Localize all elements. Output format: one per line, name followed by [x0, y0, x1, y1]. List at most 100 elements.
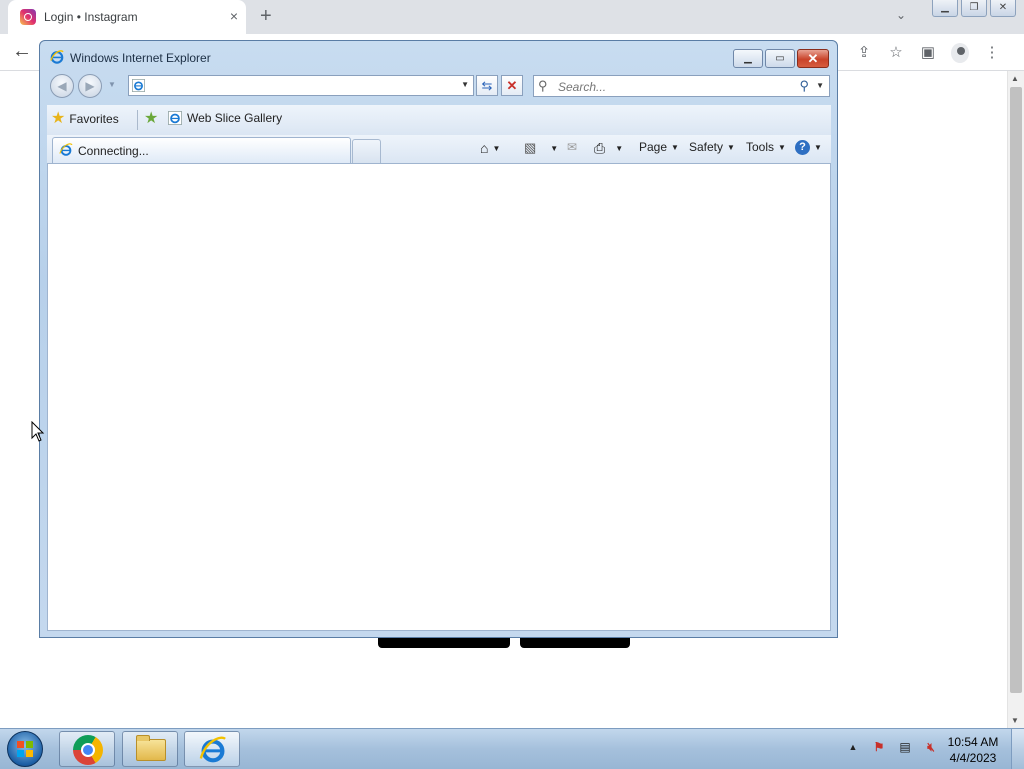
toolbar-icons: ⇪ ☆ ▣ ⋮ — [855, 43, 1001, 63]
chevron-down-icon: ▼ — [814, 143, 822, 152]
new-tab-button[interactable]: + — [260, 5, 272, 27]
show-hidden-icons-icon[interactable]: ▲ — [845, 739, 861, 755]
add-to-favorites-icon[interactable]: ★ — [144, 111, 158, 127]
scroll-up-icon[interactable]: ▲ — [1011, 74, 1019, 83]
clock-date: 4/4/2023 — [949, 751, 997, 765]
close-button[interactable]: ✕ — [990, 0, 1016, 17]
search-box[interactable]: ⚲ ⚲ ▼ — [533, 75, 830, 97]
favorites-star-icon: ★ — [51, 110, 66, 127]
search-provider-icon: ⚲ — [538, 78, 548, 93]
page-menu-label: Page — [639, 140, 668, 154]
minimize-button[interactable]: ▁ — [932, 0, 958, 17]
taskbar-explorer[interactable] — [122, 731, 178, 767]
chrome-window-controls: ▁ ❐ ✕ — [929, 0, 1016, 18]
safety-menu-label: Safety — [689, 140, 724, 154]
mail-icon: ✉ — [567, 140, 578, 154]
chevron-down-icon: ▼ — [778, 142, 786, 152]
chrome-tab-instagram[interactable]: Login • Instagram × — [8, 0, 246, 34]
tab-label: Connecting... — [78, 144, 149, 158]
chevron-down-icon: ▼ — [727, 142, 735, 152]
tab-title: Login • Instagram — [44, 10, 138, 24]
feeds-dropdown-icon[interactable]: ▼ — [550, 144, 558, 153]
scroll-down-icon[interactable]: ▼ — [1011, 716, 1019, 725]
ie-logo-icon — [50, 50, 64, 64]
clock-time: 10:54 AM — [947, 735, 999, 749]
chrome-tabstrip: Login • Instagram × + ⌄ ▁ ❐ ✕ — [0, 0, 1024, 34]
forward-button[interactable]: ▶ — [78, 74, 102, 98]
page-scrollbar[interactable]: ▲ ▼ — [1007, 71, 1024, 728]
refresh-button[interactable]: ⇆ — [476, 75, 498, 96]
chrome-icon — [73, 735, 103, 765]
instagram-icon — [20, 9, 36, 25]
help-menu[interactable]: ? ▼ — [795, 140, 822, 155]
feeds-button[interactable]: ▧ ▼ — [524, 140, 558, 156]
web-slice-gallery-link[interactable]: Web Slice Gallery — [168, 111, 282, 125]
taskbar-chrome[interactable] — [59, 731, 115, 767]
chevron-down-icon: ▼ — [671, 142, 679, 152]
ie-close-button[interactable]: ✕ — [797, 49, 829, 68]
back-button[interactable]: ◀ — [50, 74, 74, 98]
print-button[interactable]: ⎙ ▼ — [594, 140, 623, 157]
tab-search-icon[interactable]: ⌄ — [896, 8, 906, 22]
folder-icon — [136, 735, 166, 761]
search-input[interactable] — [556, 78, 790, 96]
search-icon[interactable]: ⚲ — [799, 78, 809, 94]
favorites-bar: ★ Favorites ★ Web Slice Gallery — [47, 105, 831, 135]
help-icon: ? — [795, 140, 810, 155]
ie-window-controls: ▁ ▭ ✕ — [731, 49, 829, 68]
print-dropdown-icon[interactable]: ▼ — [615, 144, 623, 153]
address-dropdown-icon[interactable]: ▼ — [461, 80, 469, 89]
menu-icon[interactable]: ⋮ — [983, 43, 1001, 63]
home-icon: ⌂ — [480, 140, 489, 156]
taskbar-internet-explorer[interactable] — [184, 731, 240, 767]
star-icon[interactable]: ☆ — [887, 43, 905, 63]
ie-navigation-bar: ◀ ▶ ▼ ▼ ⇆ ✕ ⚲ ⚲ ▼ — [40, 72, 837, 102]
system-tray: ▲ ⚑ ▤ 🔇︎ — [845, 739, 939, 755]
address-bar[interactable]: ▼ — [128, 75, 474, 96]
scroll-thumb[interactable] — [1010, 87, 1022, 693]
show-desktop-button[interactable] — [1011, 729, 1024, 769]
ie-minimize-button[interactable]: ▁ — [733, 49, 763, 68]
share-icon[interactable]: ⇪ — [855, 43, 873, 63]
volume-muted-icon[interactable]: 🔇︎ — [923, 739, 939, 755]
home-button[interactable]: ⌂ ▼ — [480, 140, 500, 156]
window-title: Windows Internet Explorer — [70, 51, 211, 65]
side-panel-icon[interactable]: ▣ — [919, 43, 937, 63]
start-button[interactable] — [7, 731, 43, 767]
read-mail-button[interactable]: ✉ — [567, 140, 577, 154]
address-input[interactable] — [149, 77, 453, 96]
favorites-separator — [137, 110, 138, 130]
ie-window: Windows Internet Explorer ▁ ▭ ✕ ◀ ▶ ▼ ▼ … — [39, 40, 838, 638]
ie-tab-active[interactable]: Connecting... — [52, 137, 351, 163]
ie-page-icon — [168, 111, 182, 125]
tools-menu[interactable]: Tools ▼ — [746, 140, 786, 154]
mouse-cursor-icon — [31, 421, 45, 442]
back-arrow-icon[interactable]: ← — [12, 40, 32, 63]
taskbar: ▲ ⚑ ▤ 🔇︎ 10:54 AM 4/4/2023 — [0, 728, 1024, 769]
ie-content-area[interactable] — [47, 163, 831, 631]
web-slice-gallery-label: Web Slice Gallery — [187, 111, 283, 125]
ie-titlebar[interactable]: Windows Internet Explorer ▁ ▭ ✕ — [40, 41, 837, 71]
close-tab-icon[interactable]: × — [230, 8, 238, 24]
home-dropdown-icon[interactable]: ▼ — [492, 144, 500, 153]
profile-icon[interactable] — [951, 43, 969, 63]
restore-button[interactable]: ❐ — [961, 0, 987, 17]
ie-maximize-button[interactable]: ▭ — [765, 49, 795, 68]
page-menu[interactable]: Page ▼ — [639, 140, 679, 154]
network-icon[interactable]: ▤ — [897, 739, 913, 755]
favorites-label: Favorites — [69, 112, 119, 126]
safety-menu[interactable]: Safety ▼ — [689, 140, 735, 154]
new-tab-button[interactable] — [352, 139, 381, 163]
printer-icon: ⎙ — [594, 140, 606, 156]
command-bar: Connecting... ⌂ ▼ ▧ ▼ ✉ ⎙ ▼ Page ▼ Safety ▼ T… — [47, 135, 831, 163]
stop-button[interactable]: ✕ — [501, 75, 523, 96]
rss-feed-icon: ▧ — [524, 140, 537, 155]
taskbar-clock[interactable]: 10:54 AM 4/4/2023 — [940, 734, 1006, 766]
tools-menu-label: Tools — [746, 140, 775, 154]
search-options-dropdown-icon[interactable]: ▼ — [816, 81, 824, 90]
favorites-button[interactable]: ★ Favorites — [51, 111, 119, 127]
ie-page-icon — [132, 79, 145, 92]
action-center-flag-icon[interactable]: ⚑ — [871, 739, 887, 755]
loading-page-icon — [59, 143, 73, 156]
recent-pages-dropdown-icon[interactable]: ▼ — [108, 80, 116, 89]
